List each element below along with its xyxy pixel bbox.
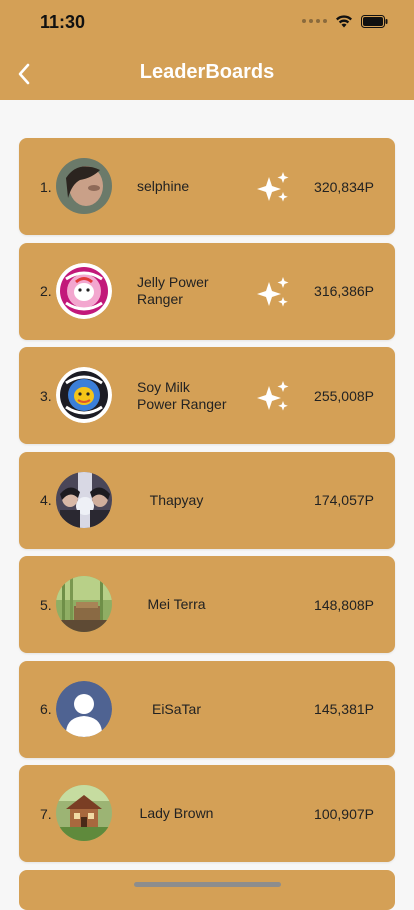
sparkle-icon [257,381,289,411]
leaderboard-list: 1. selphine 320,834P 2. Jelly Power Rang… [19,138,395,870]
player-name: EiSaTar [151,700,202,717]
leaderboard-row[interactable]: 5. Mei Terra 148,808P [19,556,395,653]
leaderboard-row[interactable]: 4. Thapyay 174,057P [19,451,395,549]
user-avatar [56,576,112,632]
rank-number: 6. [40,701,52,717]
rank-number: 7. [40,805,52,822]
player-name: Lady Brown [139,805,214,821]
status-icons [302,14,388,28]
leaderboard-row[interactable]: 2. Jelly Power Ranger 316,386P [19,242,395,340]
leaderboard-row-partial[interactable] [19,870,395,910]
sparkle-icon [257,276,289,307]
player-points: 100,907P [314,805,374,822]
home-indicator[interactable] [134,882,281,887]
player-name: Jelly Power Ranger [137,274,209,307]
wifi-icon [336,15,352,28]
sparkle-icon [257,172,289,202]
player-name: Mei Terra [147,596,206,612]
user-avatar [56,262,112,319]
user-avatar [56,158,112,214]
player-points: 320,834P [314,178,374,195]
battery-icon [361,14,388,28]
rank-number: 3. [40,387,52,404]
leaderboard-row[interactable]: 7. Lady Brown 100,907P [19,765,395,862]
player-points: 316,386P [314,283,374,299]
player-points: 145,381P [314,701,374,717]
player-name: Thapyay [149,491,204,508]
player-name: Soy Milk Power Ranger [137,378,227,412]
page-title: LeaderBoards [139,61,275,83]
header-bar: 11:30 LeaderBoards [0,0,414,100]
player-name: selphine [137,178,190,194]
user-avatar [56,785,112,841]
default-person-icon [56,680,112,737]
user-avatar [56,367,112,423]
cellular-signal-icon [302,19,327,23]
status-time: 11:30 [40,12,86,32]
user-avatar [56,471,112,528]
rank-number: 4. [40,492,52,508]
leaderboard-row[interactable]: 1. selphine 320,834P [19,138,395,235]
rank-number: 5. [40,596,52,613]
rank-number: 2. [40,283,52,299]
leaderboard-row[interactable]: 6. EiSaTar 145,381P [19,660,395,758]
player-points: 174,057P [314,492,374,508]
player-points: 255,008P [314,387,374,404]
leaderboard-row[interactable]: 3. Soy Milk Power Ranger 255,008P [19,347,395,444]
player-points: 148,808P [314,596,374,613]
rank-number: 1. [40,178,52,195]
